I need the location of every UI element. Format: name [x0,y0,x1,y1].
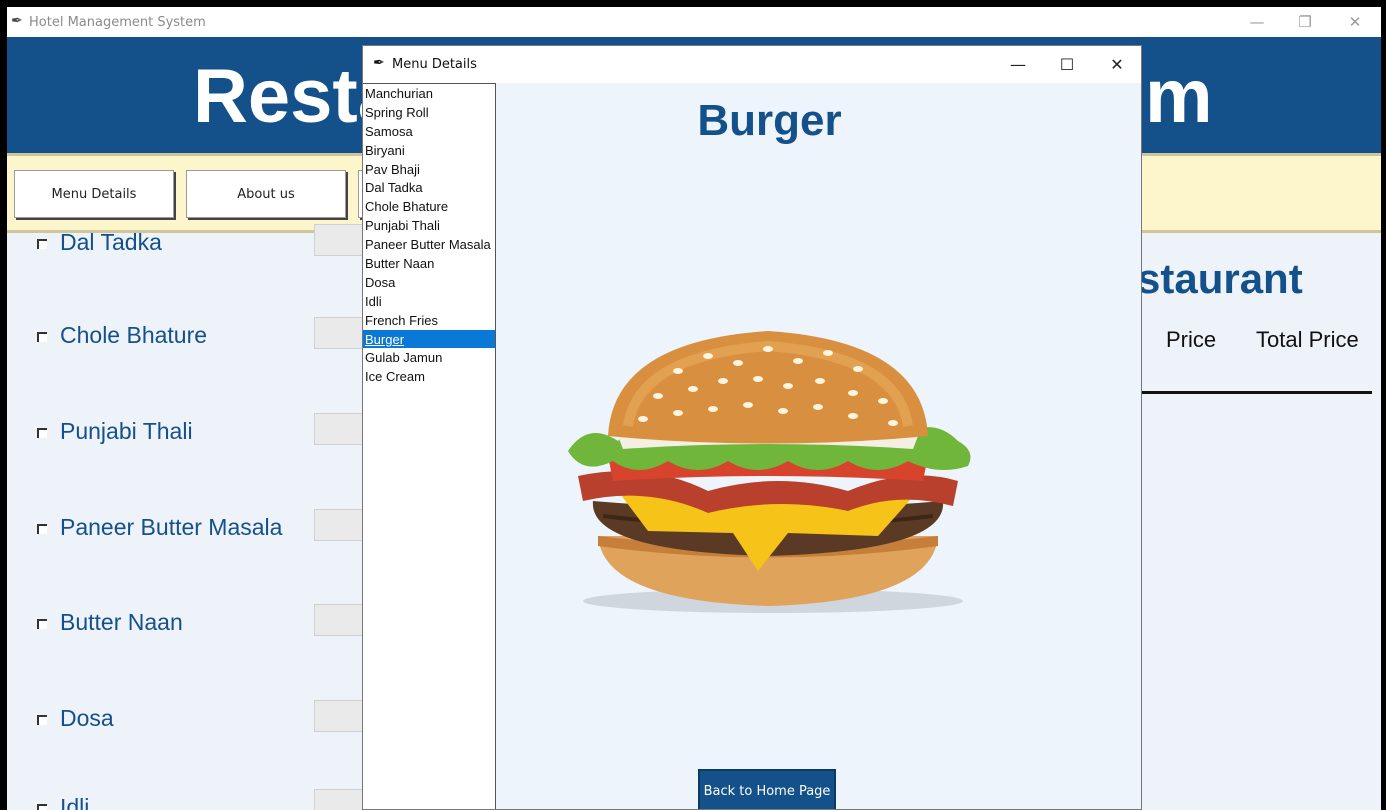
menu-item-label: Punjabi Thali [60,418,193,444]
menu-checkbox[interactable] [37,804,47,810]
menu-item-label: Dal Tadka [60,229,162,255]
price-column-header: Price [1166,327,1217,352]
list-item[interactable]: Butter Naan [363,254,495,273]
dialog-titlebar: ✒ Menu Details — ☐ ✕ [363,46,1141,83]
minimize-button[interactable]: — [1237,11,1277,33]
bill-heading: staurant [1137,255,1303,302]
main-window-title: Hotel Management System [29,15,206,30]
list-item[interactable]: Spring Roll [363,103,495,122]
menu-checkbox[interactable] [37,239,47,249]
main-titlebar: ✒ Hotel Management System — ❐ ✕ [7,7,1381,37]
list-item[interactable]: Chole Bhature [363,197,495,216]
dialog-title: Menu Details [392,57,477,72]
about-us-button[interactable]: About us [186,170,346,218]
list-item[interactable]: Manchurian [363,84,495,103]
total-price-column-header: Total Price [1256,327,1359,352]
list-item[interactable]: Punjabi Thali [363,216,495,235]
menu-item-label: Paneer Butter Masala [60,514,283,540]
menu-listbox[interactable]: Manchurian Spring Roll Samosa Biryani Pa… [363,83,496,809]
banner-title-right: m [1145,54,1213,139]
list-item[interactable]: Dosa [363,273,495,292]
back-to-home-button[interactable]: Back to Home Page [698,769,836,809]
burger-image [568,331,971,613]
menu-checkbox[interactable] [37,428,47,438]
menu-checkbox[interactable] [37,524,47,534]
dialog-minimize-button[interactable]: — [1003,54,1033,76]
feather-icon: ✒ [373,55,385,71]
list-item[interactable]: Samosa [363,122,495,141]
close-button[interactable]: ✕ [1335,11,1375,33]
feather-icon: ✒ [11,13,23,29]
header-divider [1142,391,1372,394]
menu-item-label: Dosa [60,705,114,731]
list-item[interactable]: Pav Bhaji [363,160,495,179]
list-item[interactable]: Ice Cream [363,367,495,386]
menu-checkbox[interactable] [37,619,47,629]
list-item[interactable]: Dal Tadka [363,178,495,197]
menu-item-label: Butter Naan [60,609,183,635]
menu-item-label: Idli [60,794,90,810]
item-title: Burger [697,96,842,145]
list-item[interactable]: Idli [363,292,495,311]
list-item[interactable]: French Fries [363,311,495,330]
menu-checkbox[interactable] [37,332,47,342]
dialog-maximize-button[interactable]: ☐ [1052,54,1082,76]
menu-item-label: Chole Bhature [60,322,208,348]
menu-details-button[interactable]: Menu Details [14,170,174,218]
dialog-close-button[interactable]: ✕ [1102,54,1132,76]
list-item-selected[interactable]: Burger [363,329,495,349]
restore-button[interactable]: ❐ [1285,11,1325,33]
menu-details-dialog: ✒ Menu Details — ☐ ✕ Manchurian Spring R… [362,45,1142,810]
list-item[interactable]: Paneer Butter Masala [363,235,495,254]
list-item[interactable]: Biryani [363,141,495,160]
list-item[interactable]: Gulab Jamun [363,348,495,367]
menu-checkbox[interactable] [37,715,47,725]
